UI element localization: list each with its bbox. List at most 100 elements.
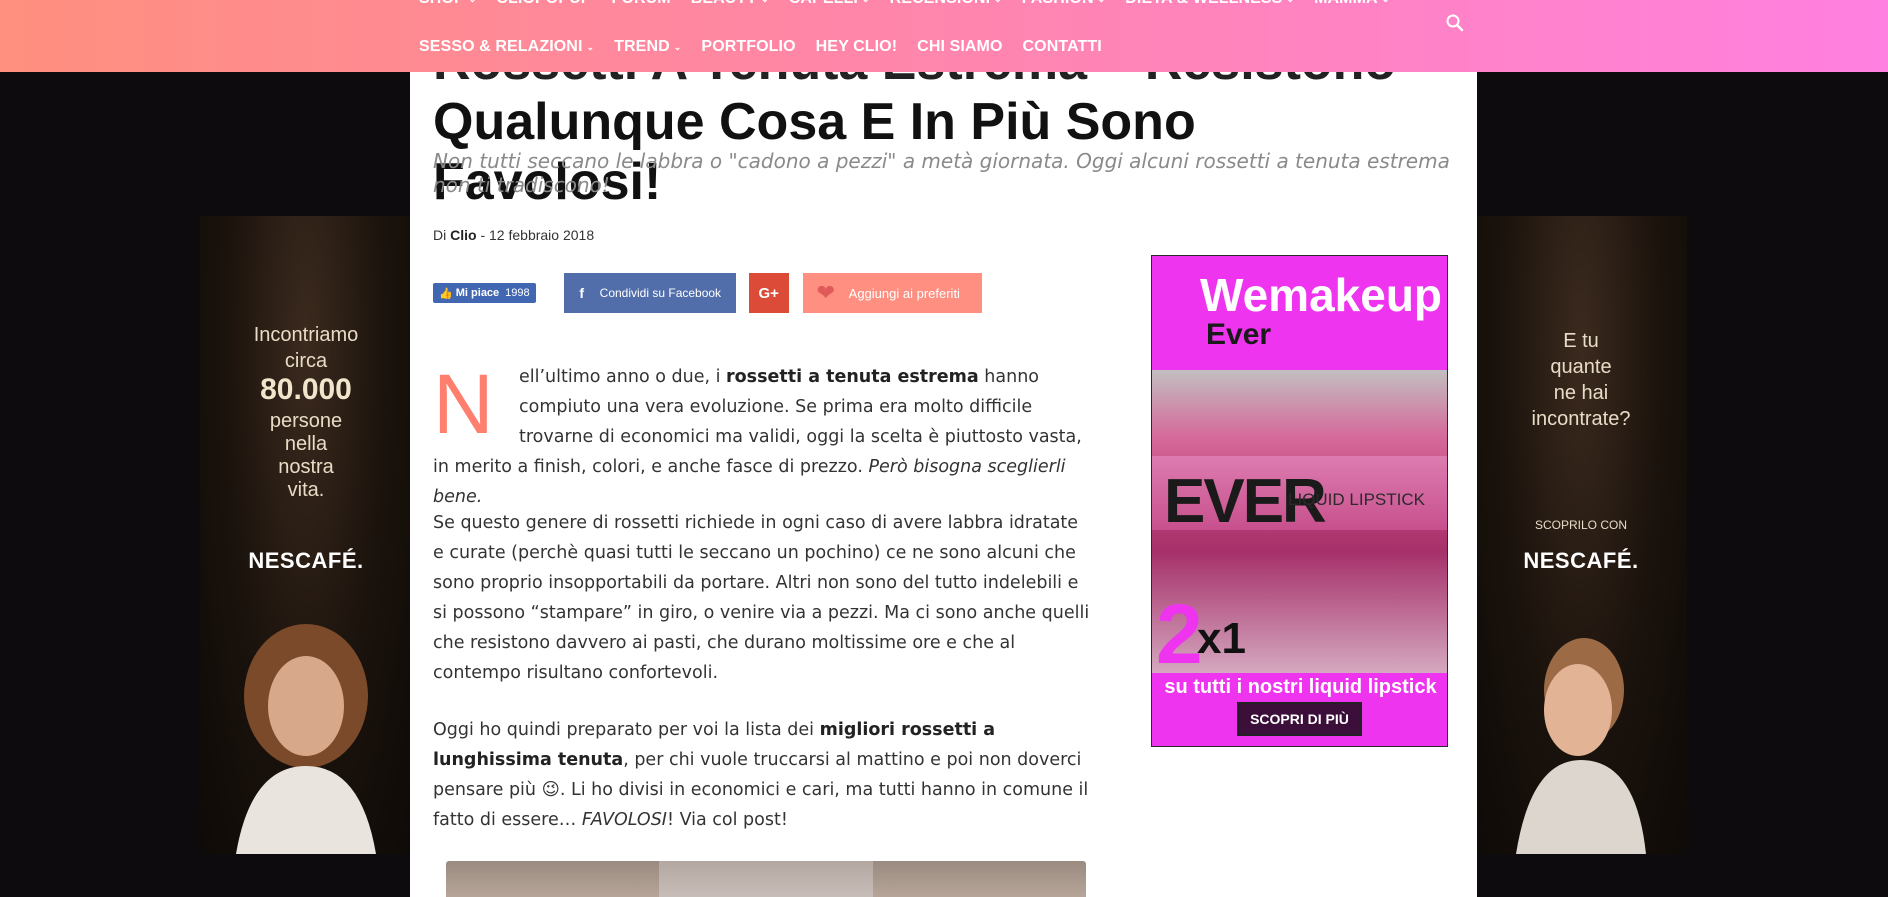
nav-item-forum[interactable]: FORUM xyxy=(612,0,671,8)
chevron-down-icon: ⌄ xyxy=(761,0,769,5)
p3-italic: FAVOLOSI xyxy=(581,810,667,830)
nescafe-logo: NESCAFÉ. xyxy=(1523,548,1639,573)
nav-item-label: DIETA & WELLNESS xyxy=(1125,0,1282,8)
nav-item-trend[interactable]: TREND ⌄ xyxy=(614,38,681,56)
nav-row-secondary: SESSO & RELAZIONI ⌄ TREND ⌄ PORTFOLIO HEY CLI… xyxy=(419,38,1122,56)
ad-right-cta: SCOPRILO CON xyxy=(1534,518,1627,532)
paragraph-intro: N ell’ultimo anno o due, i rossetti a te… xyxy=(433,362,1093,512)
add-favorites-button[interactable]: ❤ Aggiungi ai preferiti xyxy=(802,273,982,313)
share-facebook-button[interactable]: f Condividi su Facebook xyxy=(563,273,736,313)
ad-left-big-number: 80.000 xyxy=(260,373,352,406)
nav-item-cliopopup[interactable]: CLIOPOPUP xyxy=(496,0,591,8)
article-column: Rossetti A Tenuta Estrema – Resistono A … xyxy=(410,33,1477,897)
ad-left-line3: persone xyxy=(269,410,343,432)
share-googleplus-button[interactable]: G+ xyxy=(748,273,789,313)
nav-item-fashion[interactable]: FASHION ⌄ xyxy=(1022,0,1105,8)
man-portrait-image xyxy=(1516,638,1646,854)
nav-item-label: FORUM xyxy=(612,0,671,8)
chevron-down-icon: ⌄ xyxy=(1098,0,1106,5)
dropcap: N xyxy=(433,357,494,451)
facebook-icon: f xyxy=(579,285,584,301)
p3-text-a: Oggi ho quindi preparato per voi la list… xyxy=(433,720,820,740)
nav-item-label: SESSO & RELAZIONI xyxy=(419,38,583,55)
nav-item-label: CHI SIAMO xyxy=(917,38,1003,55)
chevron-down-icon: ⌄ xyxy=(469,0,477,5)
ad-left-line1: Incontriamo xyxy=(253,324,359,346)
paragraph-3: Oggi ho quindi preparato per voi la list… xyxy=(433,715,1093,835)
nav-item-beauty[interactable]: BEAUTY ⌄ xyxy=(691,0,769,8)
left-side-ad[interactable]: Incontriamo circa 80.000 persone nella n… xyxy=(200,216,412,854)
ad-cta-button[interactable]: SCOPRI DI PIÙ xyxy=(1237,702,1362,736)
nav-item-label: PORTFOLIO xyxy=(701,38,796,55)
nav-item-label: SHOP xyxy=(419,0,465,8)
article-subtitle: Non tutti seccano le labbra o "cadono a … xyxy=(433,149,1450,197)
ad-right-line3: ne hai xyxy=(1553,382,1609,404)
ad-promo-text: su tutti i nostri liquid lipstick xyxy=(1164,676,1437,698)
chevron-down-icon: ⌄ xyxy=(994,0,1002,5)
ad-right-line1: E tu xyxy=(1563,330,1599,352)
nav-item-portfolio[interactable]: PORTFOLIO xyxy=(701,38,795,56)
ad-right-line4: incontrate? xyxy=(1531,408,1631,430)
nav-item-dieta-wellness[interactable]: DIETA & WELLNESS ⌄ xyxy=(1125,0,1294,8)
ad-promo-x1: x1 xyxy=(1197,614,1246,663)
image-panel xyxy=(446,861,660,897)
thumbs-up-icon: 👍 xyxy=(439,287,456,300)
image-panel xyxy=(872,861,1086,897)
p1-text-a: ell’ultimo anno o due, i xyxy=(519,367,727,387)
like-count: 1998 xyxy=(505,287,530,299)
nav-item-sesso-relazioni[interactable]: SESSO & RELAZIONI ⌄ xyxy=(419,38,594,56)
nav-item-recensioni[interactable]: RECENSIONI⌄ xyxy=(890,0,1002,8)
ad-promo-number: 2 xyxy=(1156,587,1203,681)
nav-item-label: CAPELLI xyxy=(789,0,858,8)
article-image-strip xyxy=(446,861,1086,897)
nav-row-primary: SHOP⌄CLIOPOPUPFORUMBEAUTY⌄CAPELLI⌄RECENS… xyxy=(419,0,1409,8)
ad-subtitle: Ever xyxy=(1206,318,1272,351)
chevron-down-icon: ⌄ xyxy=(673,41,682,52)
ad-left-line2: circa xyxy=(284,350,328,372)
nav-item-label: FASHION xyxy=(1022,0,1094,8)
nav-item-capelli[interactable]: CAPELLI ⌄ xyxy=(789,0,870,8)
chevron-down-icon: ⌄ xyxy=(586,41,595,52)
p3-text-e: ! Via col post! xyxy=(666,810,788,830)
add-favorites-label: Aggiungi ai preferiti xyxy=(848,285,960,301)
ad-left-line5: nostra xyxy=(278,456,334,478)
facebook-like-button[interactable]: 👍 Mi piace 1998 xyxy=(433,283,536,303)
like-label: Mi piace xyxy=(455,287,500,299)
nav-item-label: MAMMA xyxy=(1314,0,1378,8)
ad-left-line4: nella xyxy=(284,433,328,455)
nav-item-label: CLIOPOPUP xyxy=(496,0,591,8)
nav-item-chi-siamo[interactable]: CHI SIAMO xyxy=(917,38,1002,56)
ad-title: Wemakeup xyxy=(1200,269,1443,321)
right-side-ad[interactable]: E tu quante ne hai incontrate? SCOPRILO … xyxy=(1475,216,1687,854)
byline: Di Clio - 12 febbraio 2018 xyxy=(433,227,594,243)
nav-item-label: BEAUTY xyxy=(691,0,757,8)
byline-prefix: Di xyxy=(433,227,447,243)
ad-right-line2: quante xyxy=(1550,356,1612,378)
nav-item-shop[interactable]: SHOP ⌄ xyxy=(419,0,476,8)
nav-item-label: HEY CLIO! xyxy=(815,38,898,55)
nav-item-contatti[interactable]: CONTATTI xyxy=(1023,38,1102,56)
ad-left-line6: vita. xyxy=(287,479,325,501)
nav-item-label: TREND xyxy=(614,38,670,55)
chevron-down-icon: ⌄ xyxy=(1382,0,1390,5)
sidebar-ad-wemakeup[interactable]: Wemakeup Ever EVER LIQUID LIPSTICK 2 x1 … xyxy=(1151,255,1448,747)
heart-icon: ❤ xyxy=(816,280,835,305)
nescafe-logo: NESCAFÉ. xyxy=(248,548,364,573)
nav-item-hey-clio[interactable]: HEY CLIO! xyxy=(816,38,898,56)
chevron-down-icon: ⌄ xyxy=(862,0,870,5)
top-navigation: SHOP⌄CLIOPOPUPFORUMBEAUTY⌄CAPELLI⌄RECENS… xyxy=(0,0,1888,72)
chevron-down-icon: ⌄ xyxy=(1286,0,1294,5)
search-icon[interactable] xyxy=(1445,13,1465,33)
share-facebook-label: Condividi su Facebook xyxy=(599,286,722,300)
nav-item-label: RECENSIONI xyxy=(890,0,991,8)
share-bar: 👍 Mi piace 1998 f Condividi su Facebook … xyxy=(433,273,982,313)
ad-liquid-label: LIQUID LIPSTICK xyxy=(1288,490,1425,509)
p1-bold: rossetti a tenuta estrema xyxy=(726,367,979,387)
author-link[interactable]: Clio xyxy=(450,227,476,243)
publish-date: - 12 febbraio 2018 xyxy=(480,227,595,243)
paragraph-2: Se questo genere di rossetti richiede in… xyxy=(433,513,1090,683)
image-panel xyxy=(659,861,873,897)
nav-item-label: CONTATTI xyxy=(1022,38,1102,55)
nav-item-mamma[interactable]: MAMMA ⌄ xyxy=(1314,0,1389,8)
woman-portrait-image xyxy=(236,624,376,854)
